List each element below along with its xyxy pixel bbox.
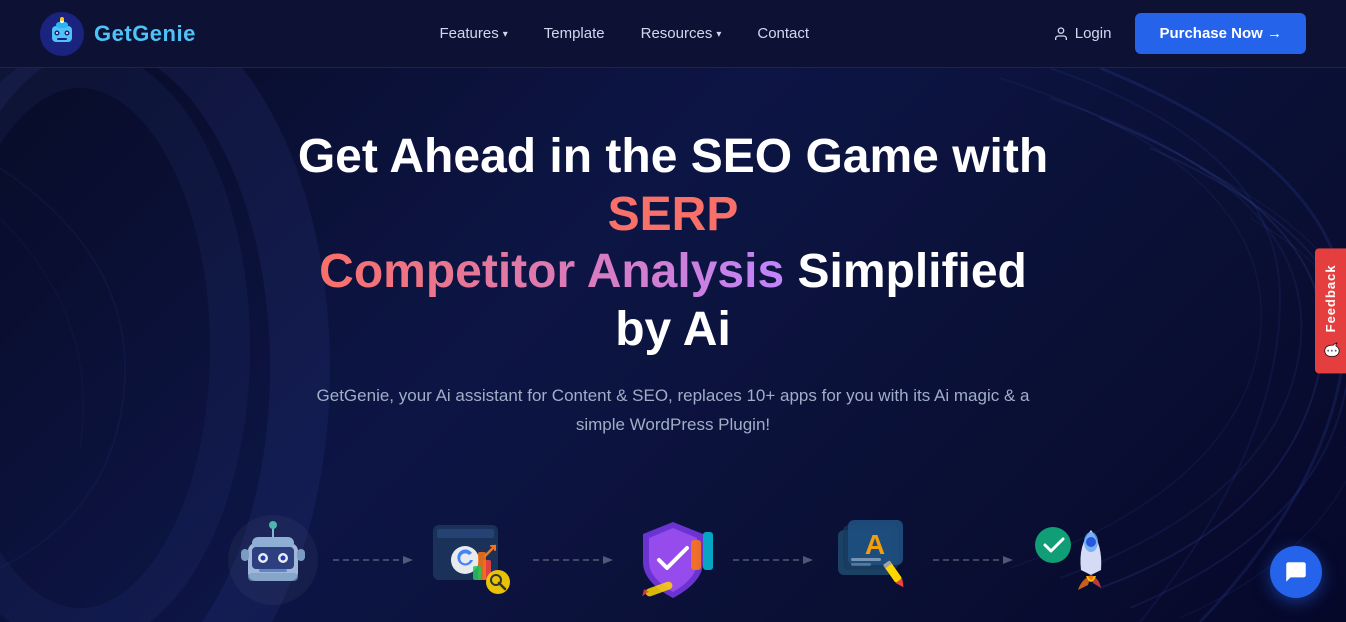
login-button[interactable]: Login [1053,25,1112,42]
competitor-highlight: Competitor Analysis [319,245,784,298]
nav-template[interactable]: Template [544,25,605,42]
hero-content: Get Ahead in the SEO Game with SERP Comp… [273,128,1073,480]
logo-text: GetGenie [94,21,196,47]
logo-area: GetGenie [40,12,196,56]
chat-icon [1283,559,1309,585]
hero-section: Get Ahead in the SEO Game with SERP Comp… [0,68,1346,622]
logo-icon [40,12,84,56]
navbar-right: Login Purchase Now → [1053,13,1306,54]
robot-icon-item [213,500,333,620]
typography-icon-item: A [813,500,933,620]
shield-icon-item [613,500,733,620]
rocket-icon-item [1013,500,1133,620]
user-icon [1053,26,1069,42]
resources-chevron-icon: ▾ [716,29,721,40]
nav-features[interactable]: Features ▾ [440,25,508,42]
analytics-icon [423,510,523,610]
hero-subtitle: GetGenie, your Ai assistant for Content … [293,382,1053,440]
nav-resources[interactable]: Resources ▾ [641,25,722,42]
robot-icon [226,513,321,608]
connector-1 [333,550,413,570]
analytics-icon-item [413,500,533,620]
typography-icon: A [823,510,923,610]
serp-highlight: SERP [608,188,739,241]
connector-4 [933,550,1013,570]
hero-title: Get Ahead in the SEO Game with SERP Comp… [293,128,1053,358]
feedback-tab[interactable]: 💬 Feedback [1315,249,1346,374]
svg-text:A: A [865,529,885,560]
connector-3 [733,550,813,570]
shield-check-icon [623,510,723,610]
purchase-button[interactable]: Purchase Now → [1135,13,1306,54]
navbar: GetGenie Features ▾ Template Resources ▾… [0,0,1346,68]
connector-2 [533,550,613,570]
feedback-label: Feedback [1323,265,1338,333]
feature-icon-row: A [0,500,1346,620]
nav-contact[interactable]: Contact [757,25,809,42]
navbar-nav: Features ▾ Template Resources ▾ Contact [440,25,810,42]
rocket-icon [1023,510,1123,610]
feedback-icon: 💬 [1323,341,1338,358]
chat-bubble-button[interactable] [1270,546,1322,598]
features-chevron-icon: ▾ [503,29,508,40]
